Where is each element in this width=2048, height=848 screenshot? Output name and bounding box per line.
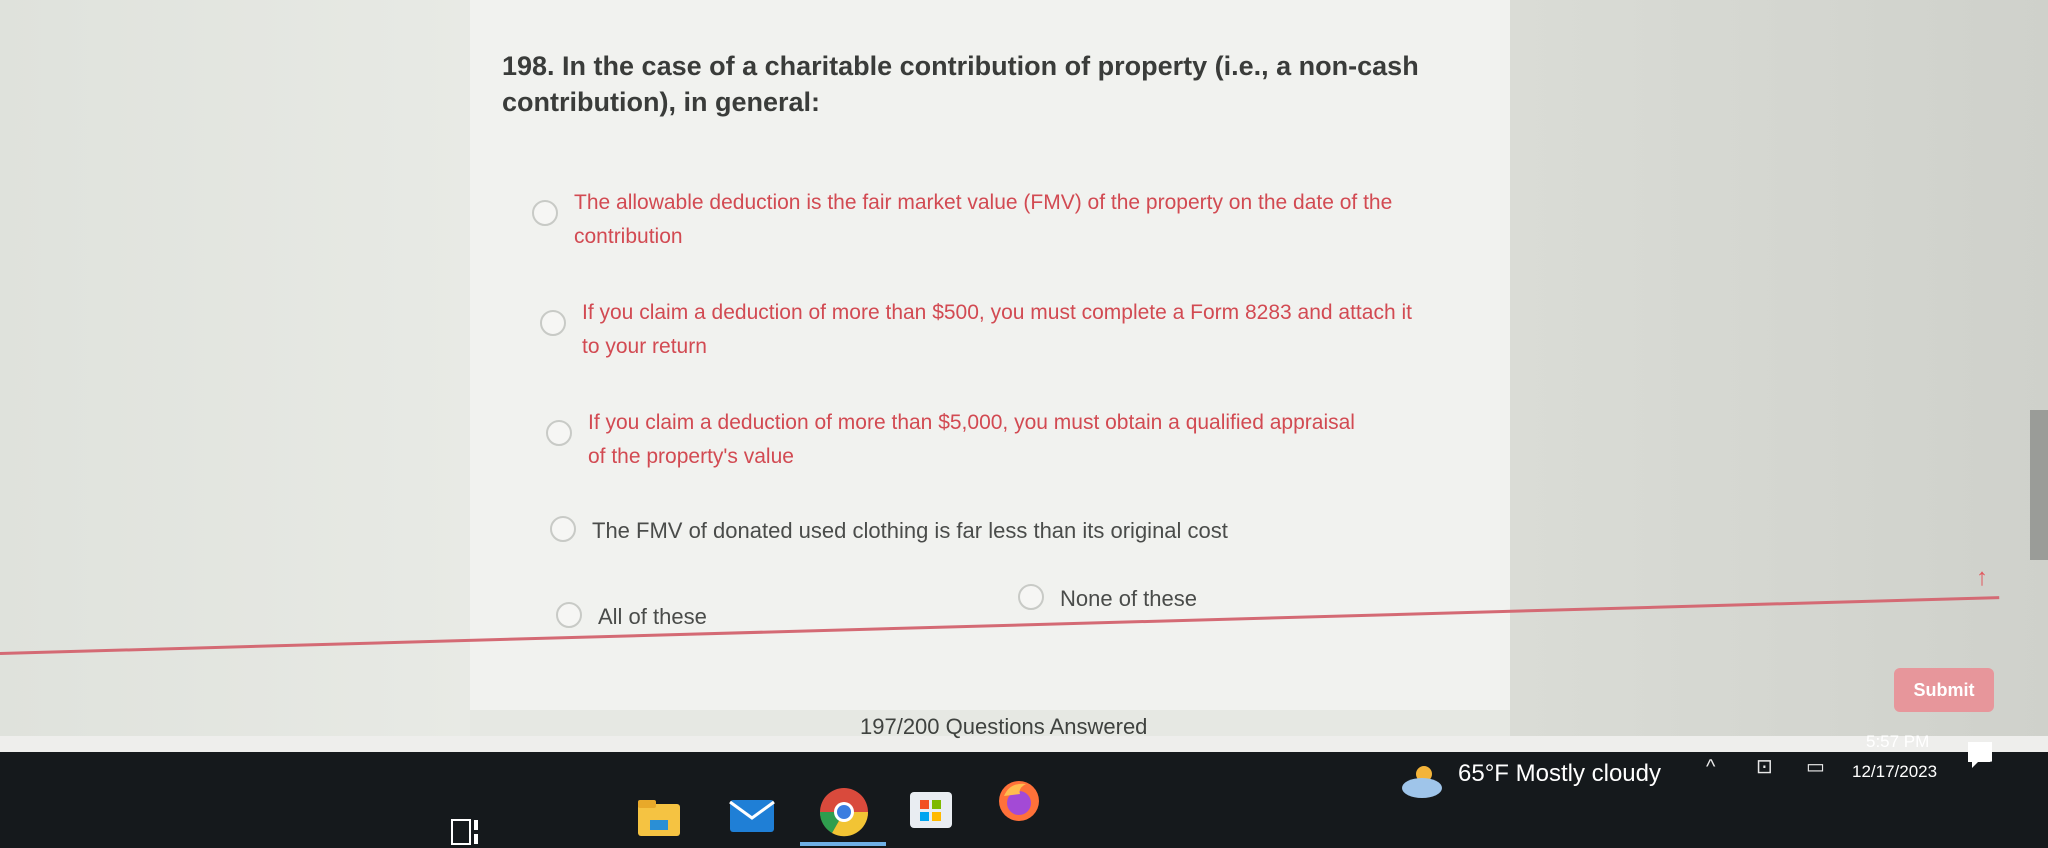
radio-option-4[interactable] — [550, 516, 576, 542]
file-explorer-icon[interactable] — [636, 798, 682, 838]
background-right — [1510, 0, 2048, 740]
notification-center[interactable]: 2 — [1966, 740, 1998, 774]
firefox-icon[interactable] — [996, 778, 1042, 824]
option-6[interactable]: None of these — [1018, 582, 1318, 616]
mail-icon[interactable] — [728, 796, 776, 836]
option-1-label: The allowable deduction is the fair mark… — [574, 191, 1393, 248]
option-2[interactable]: If you claim a deduction of more than $5… — [540, 296, 1430, 364]
question-text: 198. In the case of a charitable contrib… — [502, 51, 1419, 117]
show-hidden-icons-chevron-icon[interactable]: ^ — [1706, 756, 1715, 779]
radio-option-1[interactable] — [532, 200, 558, 226]
option-3-label: If you claim a deduction of more than $5… — [588, 411, 1355, 468]
option-5-label: All of these — [598, 604, 707, 629]
option-4-label: The FMV of donated used clothing is far … — [592, 518, 1228, 543]
radio-option-3[interactable] — [546, 420, 572, 446]
background-left — [0, 0, 470, 740]
meet-now-icon[interactable]: ⊡ — [1756, 754, 1773, 779]
weather-cloudy-icon[interactable] — [1400, 762, 1444, 800]
option-6-label: None of these — [1060, 586, 1197, 611]
option-4[interactable]: The FMV of donated used clothing is far … — [550, 514, 1430, 548]
active-app-indicator — [800, 842, 886, 846]
radio-option-6[interactable] — [1018, 584, 1044, 610]
scrollbar[interactable] — [2030, 410, 2048, 560]
option-2-label: If you claim a deduction of more than $5… — [582, 301, 1412, 358]
radio-option-2[interactable] — [540, 310, 566, 336]
submit-button[interactable]: Submit — [1894, 668, 1994, 712]
microsoft-store-icon[interactable] — [908, 784, 954, 830]
weather-text[interactable]: 65°F Mostly cloudy — [1458, 760, 1661, 788]
clock-date[interactable]: 12/17/2023 — [1852, 762, 1937, 782]
notification-count: 2 — [1988, 758, 1996, 774]
clock-time[interactable]: 5:57 PM — [1866, 732, 1929, 752]
progress-text: 197/200 Questions Answered — [860, 714, 1148, 739]
radio-option-5[interactable] — [556, 602, 582, 628]
option-1[interactable]: The allowable deduction is the fair mark… — [532, 186, 1412, 254]
option-3[interactable]: If you claim a deduction of more than $5… — [546, 406, 1426, 474]
chrome-icon[interactable] — [818, 786, 870, 838]
battery-icon[interactable]: ▭ — [1806, 754, 1825, 779]
task-view-icon[interactable] — [450, 816, 484, 848]
scroll-top-arrow-icon[interactable]: ↑ — [1976, 564, 1988, 592]
